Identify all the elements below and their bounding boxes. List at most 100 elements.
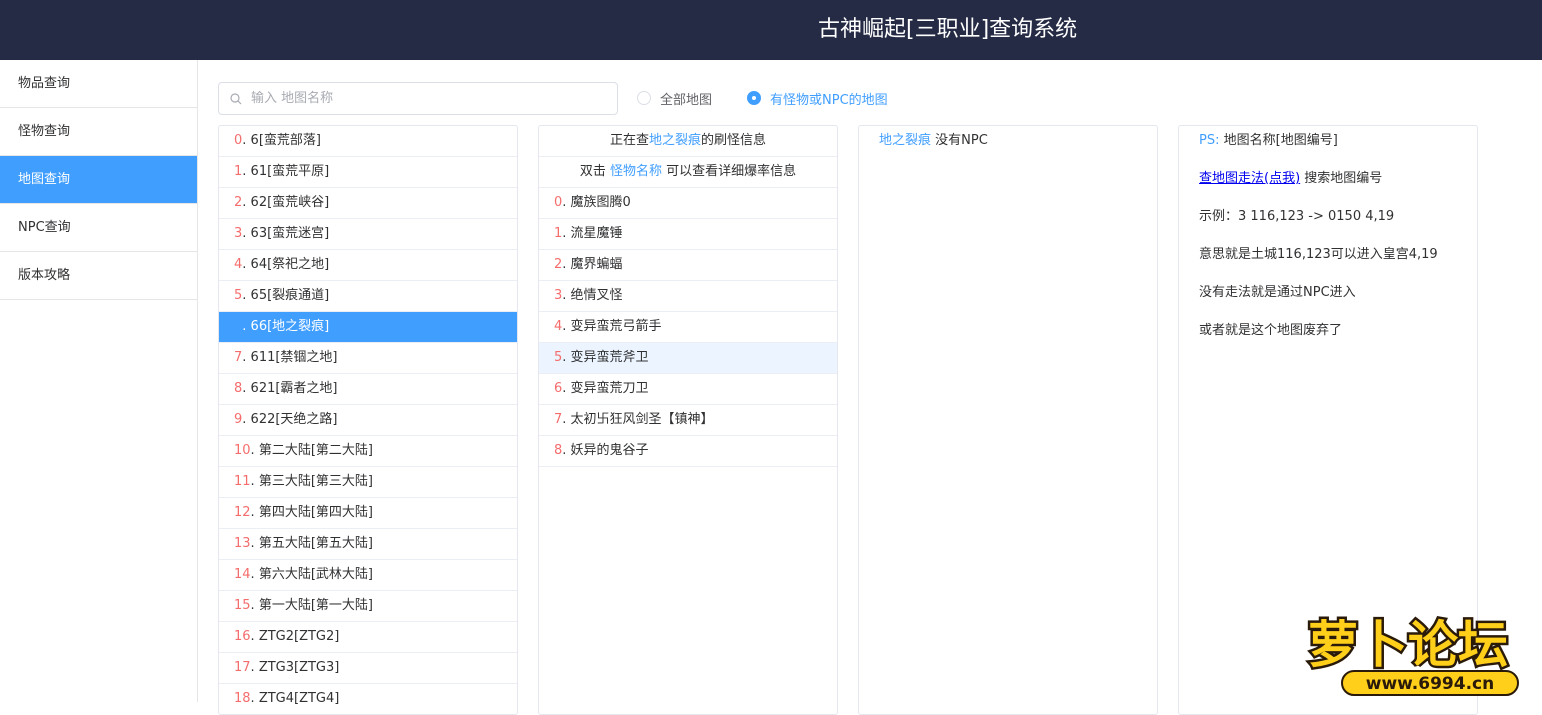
tip-suffix: 可以查看详细爆率信息 [662, 164, 797, 179]
map-name: 6[蛮荒部落] [250, 133, 321, 148]
map-row[interactable]: 16. ZTG2[ZTG2] [219, 622, 517, 653]
index-separator: . [250, 443, 259, 458]
map-search-input[interactable] [251, 84, 611, 113]
map-row[interactable]: 10. 第二大陆[第二大陆] [219, 436, 517, 467]
sidebar-item-items[interactable]: 物品查询 [0, 60, 197, 108]
monster-row[interactable]: 7. 太初卐狂风剑圣【镇神】 [539, 405, 837, 436]
radio-circle-checked[interactable] [747, 91, 761, 105]
map-row[interactable]: 12. 第四大陆[第四大陆] [219, 498, 517, 529]
watermark-logo: 萝卜论坛 www.6994.cn [1306, 614, 1519, 696]
map-name: 第三大陆[第三大陆] [258, 474, 373, 489]
monster-row[interactable]: 8. 妖异的鬼谷子 [539, 436, 837, 467]
map-row[interactable]: 0. 6[蛮荒部落] [219, 126, 517, 157]
index-separator: . [250, 660, 259, 675]
header-map-name: 地之裂痕 [648, 133, 701, 148]
app-header: 古神崛起[三职业]查询系统 [0, 0, 1542, 60]
index-separator: . [562, 288, 571, 303]
monster-row[interactable]: 2. 魔界蝙蝠 [539, 250, 837, 281]
monster-row[interactable]: 3. 绝情叉怪 [539, 281, 837, 312]
watermark-brand: 萝卜论坛 [1308, 616, 1508, 674]
map-row[interactable]: 4. 64[祭祀之地] [219, 250, 517, 281]
index-separator: . [250, 691, 259, 706]
ps-text: 地图名称[地图编号] [1219, 133, 1338, 148]
ps-label: PS: [1199, 133, 1220, 148]
radio-all-maps-label: 全部地图 [660, 92, 713, 108]
map-row[interactable]: 9. 622[天绝之路] [219, 405, 517, 436]
npc-info: 地之裂痕 没有NPC [859, 126, 1157, 151]
map-row[interactable]: 15. 第一大陆[第一大陆] [219, 591, 517, 622]
radio-circle[interactable] [637, 91, 651, 105]
map-name: ZTG3[ZTG3] [258, 660, 340, 675]
monster-row[interactable]: 5. 变异蛮荒斧卫 [539, 343, 837, 374]
sidebar-item-npc[interactable]: NPC查询 [0, 204, 197, 252]
map-name: 611[禁锢之地] [250, 350, 338, 365]
map-name: 第五大陆[第五大陆] [258, 536, 373, 551]
map-index: 15 [234, 598, 251, 613]
map-row[interactable]: 1. 61[蛮荒平原] [219, 157, 517, 188]
map-index: 16 [234, 629, 251, 644]
sidebar-item-guide[interactable]: 版本攻略 [0, 252, 197, 300]
map-list-panel: 0. 6[蛮荒部落] 1. 61[蛮荒平原] 2. 62[蛮荒峡谷] 3. 63[蛮荒… [218, 125, 518, 715]
monster-row[interactable]: 0. 魔族图腾0 [539, 188, 837, 219]
map-search-box [218, 82, 618, 115]
monster-row[interactable]: 6. 变异蛮荒刀卫 [539, 374, 837, 405]
sidebar-item-monsters[interactable]: 怪物查询 [0, 108, 197, 156]
index-separator: . [562, 195, 571, 210]
radio-npc-maps[interactable]: 有怪物或NPC的地图 [747, 88, 888, 108]
map-index: 14 [234, 567, 251, 582]
map-row[interactable]: 18. ZTG4[ZTG4] [219, 684, 517, 714]
map-index: 12 [234, 505, 251, 520]
monster-name: 变异蛮荒弓箭手 [570, 319, 662, 334]
header-suffix: 的刷怪信息 [701, 133, 767, 148]
radio-all-maps[interactable]: 全部地图 [637, 88, 712, 108]
map-name: ZTG2[ZTG2] [258, 629, 340, 644]
map-name: 621[霸者之地] [250, 381, 338, 396]
map-row[interactable]: 17. ZTG3[ZTG3] [219, 653, 517, 684]
monster-name: 绝情叉怪 [570, 288, 623, 303]
tip-monster-name: 怪物名称 [609, 164, 662, 179]
index-separator: . [242, 319, 251, 334]
link-suffix: 搜索地图编号 [1300, 171, 1383, 186]
monster-name: 流星魔锤 [570, 226, 623, 241]
index-separator: . [562, 319, 571, 334]
ps-line: PS: 地图名称[地图编号] [1179, 131, 1477, 151]
index-separator: . [242, 381, 251, 396]
index-separator: . [250, 598, 259, 613]
map-name: 第一大陆[第一大陆] [258, 598, 373, 613]
map-row[interactable]: 11. 第三大陆[第三大陆] [219, 467, 517, 498]
map-index: 11 [234, 474, 251, 489]
sidebar-item-maps[interactable]: 地图查询 [0, 156, 197, 204]
index-separator: . [562, 443, 571, 458]
map-row[interactable]: 13. 第五大陆[第五大陆] [219, 529, 517, 560]
map-row[interactable]: 7. 611[禁锢之地] [219, 343, 517, 374]
map-path-link[interactable]: 查地图走法(点我) [1199, 171, 1300, 186]
map-name: 62[蛮荒峡谷] [250, 195, 330, 210]
abandoned-line: 或者就是这个地图废弃了 [1199, 323, 1343, 338]
monster-row[interactable]: 1. 流星魔锤 [539, 219, 837, 250]
index-separator: . [562, 257, 571, 272]
no-path-line: 没有走法就是通过NPC进入 [1199, 285, 1356, 300]
map-index: 18 [234, 691, 251, 706]
map-row[interactable]: 6. 66[地之裂痕] [219, 312, 517, 343]
map-row[interactable]: 14. 第六大陆[武林大陆] [219, 560, 517, 591]
map-name: 66[地之裂痕] [250, 319, 330, 334]
map-row[interactable]: 8. 621[霸者之地] [219, 374, 517, 405]
sidebar: 物品查询 怪物查询 地图查询 NPC查询 版本攻略 [0, 60, 198, 702]
npc-panel: 地之裂痕 没有NPC [858, 125, 1158, 715]
map-index: 17 [234, 660, 251, 675]
index-separator: . [250, 629, 259, 644]
map-name: 第四大陆[第四大陆] [258, 505, 373, 520]
monster-panel-header: 正在查地之裂痕的刷怪信息 [539, 126, 837, 157]
map-row[interactable]: 5. 65[裂痕通道] [219, 281, 517, 312]
monster-name: 魔族图腾0 [570, 195, 631, 210]
map-row[interactable]: 3. 63[蛮荒迷宫] [219, 219, 517, 250]
index-separator: . [242, 257, 251, 272]
monster-name: 变异蛮荒斧卫 [570, 350, 649, 365]
monster-row[interactable]: 4. 变异蛮荒弓箭手 [539, 312, 837, 343]
monster-panel-tip: 双击 怪物名称 可以查看详细爆率信息 [539, 157, 837, 188]
monster-name: 变异蛮荒刀卫 [570, 381, 649, 396]
map-row[interactable]: 2. 62[蛮荒峡谷] [219, 188, 517, 219]
map-name: 65[裂痕通道] [250, 288, 330, 303]
app-title: 古神崛起[三职业]查询系统 [818, 17, 1078, 42]
map-name: 622[天绝之路] [250, 412, 338, 427]
